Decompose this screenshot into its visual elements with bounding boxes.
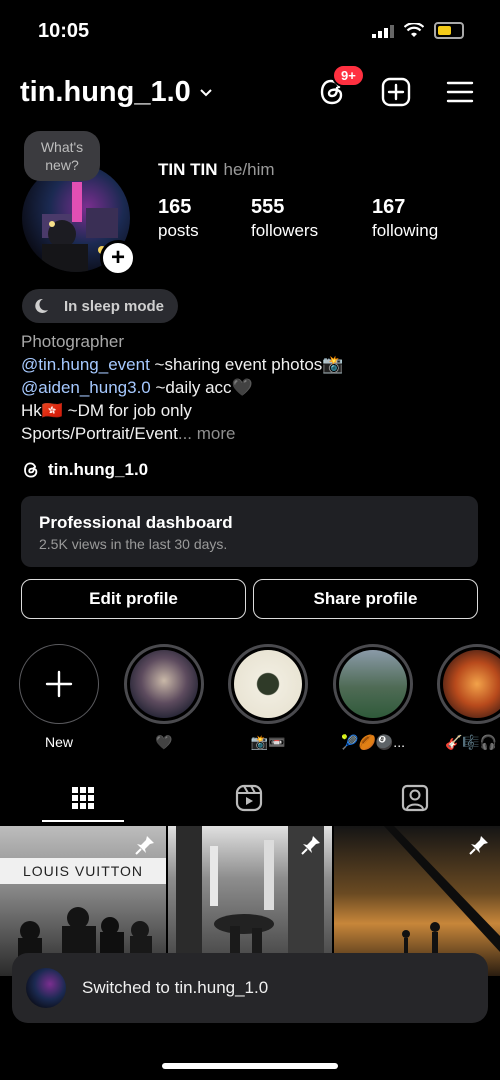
tab-posts-grid[interactable]	[0, 774, 166, 822]
username-label: tin.hung_1.0	[20, 76, 191, 108]
bio-line-3: Hk🇭🇰 ~DM for job only	[21, 401, 192, 420]
grid-icon	[72, 787, 94, 809]
stat-posts[interactable]: 165 posts	[158, 196, 199, 241]
dashboard-title: Professional dashboard	[39, 513, 233, 532]
pronouns: he/him	[223, 160, 275, 179]
highlight-cover	[443, 650, 500, 718]
highlight-label: 🎾🏉🎱...	[341, 734, 405, 750]
highlight-ring	[437, 644, 500, 724]
sleep-mode-status[interactable]: In sleep mode	[22, 289, 179, 323]
highlight-ring	[333, 644, 413, 724]
tagged-person-icon	[401, 784, 429, 812]
signal-icon	[372, 24, 394, 38]
sleep-mode-label: In sleep mode	[64, 297, 165, 315]
threads-button[interactable]: 9+	[314, 64, 365, 110]
menu-button[interactable]	[442, 74, 478, 110]
bio-line-4-text: Sports/Portrait/Event	[21, 424, 178, 443]
stat-posts-label: posts	[158, 221, 199, 240]
highlight-new-ring	[19, 644, 99, 724]
bio-line-1-text: ~sharing event photos📸	[149, 355, 344, 374]
stat-followers-count: 555	[251, 196, 285, 218]
stat-posts-count: 165	[158, 196, 192, 218]
battery-icon	[434, 22, 464, 39]
highlight-label: 🎸🎼🎧	[445, 734, 498, 750]
note-bubble[interactable]: What's new?	[24, 131, 100, 181]
highlight-ring	[124, 644, 204, 724]
stat-following[interactable]: 167 following	[372, 196, 438, 241]
highlight-cover	[234, 650, 302, 718]
add-story-button[interactable]: +	[100, 240, 136, 276]
threads-icon	[24, 462, 38, 478]
threads-profile-link[interactable]: tin.hung_1.0	[22, 460, 148, 480]
plus-square-icon	[381, 77, 411, 107]
profile-tabs	[0, 774, 500, 822]
highlight-item[interactable]: 🎾🏉🎱...	[333, 644, 413, 751]
highlight-label: 🖤	[155, 734, 173, 750]
account-switcher[interactable]: tin.hung_1.0	[20, 76, 213, 109]
highlight-label: New	[44, 734, 73, 750]
pin-icon	[135, 836, 154, 855]
stat-following-label: following	[372, 221, 439, 240]
reels-icon	[235, 784, 263, 812]
highlight-ring	[228, 644, 308, 724]
pin-icon	[469, 836, 488, 855]
tab-tagged[interactable]	[332, 774, 498, 822]
bio: Photographer @tin.hung_event ~sharing ev…	[21, 330, 471, 445]
mention-event-account[interactable]: @tin.hung_event	[21, 355, 150, 374]
home-indicator[interactable]	[162, 1063, 338, 1069]
highlight-item[interactable]: 📸📼	[228, 644, 308, 751]
edit-profile-button[interactable]: Edit profile	[21, 579, 246, 619]
active-tab-indicator	[42, 820, 124, 822]
highlight-label: 📸📼	[250, 734, 286, 750]
bio-line-2-text: ~daily acc🖤	[150, 378, 253, 397]
highlight-item[interactable]: 🖤	[124, 644, 204, 751]
bio-line-2: @aiden_hung3.0 ~daily acc🖤	[21, 376, 471, 399]
mention-daily-account[interactable]: @aiden_hung3.0	[21, 378, 151, 397]
highlight-item[interactable]: 🎸🎼🎧	[437, 644, 500, 751]
status-time: 10:05	[38, 20, 90, 42]
chevron-down-icon	[200, 88, 212, 96]
toast-message: Switched to tin.hung_1.0	[82, 978, 269, 997]
threads-handle: tin.hung_1.0	[48, 460, 149, 479]
tab-reels[interactable]	[166, 774, 332, 822]
bio-line-1: @tin.hung_event ~sharing event photos📸	[21, 353, 471, 376]
toast-avatar	[26, 968, 66, 1008]
stat-followers[interactable]: 555 followers	[251, 196, 318, 241]
moon-icon	[35, 298, 48, 313]
dashboard-subtitle: 2.5K views in the last 30 days.	[39, 536, 228, 552]
pin-icon	[301, 836, 320, 855]
highlight-cover	[130, 650, 198, 718]
bio-more-link[interactable]: ... more	[178, 424, 236, 443]
bio-category: Photographer	[21, 332, 125, 351]
stat-following-count: 167	[372, 196, 406, 218]
note-line-2: new?	[45, 157, 79, 173]
wifi-icon	[404, 23, 424, 37]
header-actions: 9+	[314, 64, 478, 110]
account-switched-toast: Switched to tin.hung_1.0	[12, 953, 488, 1023]
status-icons	[372, 22, 464, 39]
stat-followers-label: followers	[251, 221, 319, 240]
name-text: TIN TIN	[158, 160, 218, 179]
highlight-new[interactable]: New	[19, 644, 99, 750]
highlight-cover	[339, 650, 407, 718]
share-profile-button[interactable]: Share profile	[253, 579, 478, 619]
bio-line-4: Sports/Portrait/Event... more	[21, 422, 471, 445]
hamburger-icon	[446, 81, 474, 103]
note-line-1: What's	[40, 139, 84, 155]
notification-badge: 9+	[332, 64, 365, 87]
create-button[interactable]	[378, 74, 414, 110]
professional-dashboard[interactable]: Professional dashboard 2.5K views in the…	[21, 496, 478, 567]
display-name: TIN TIN he/him	[158, 160, 275, 180]
plus-icon	[45, 670, 73, 698]
